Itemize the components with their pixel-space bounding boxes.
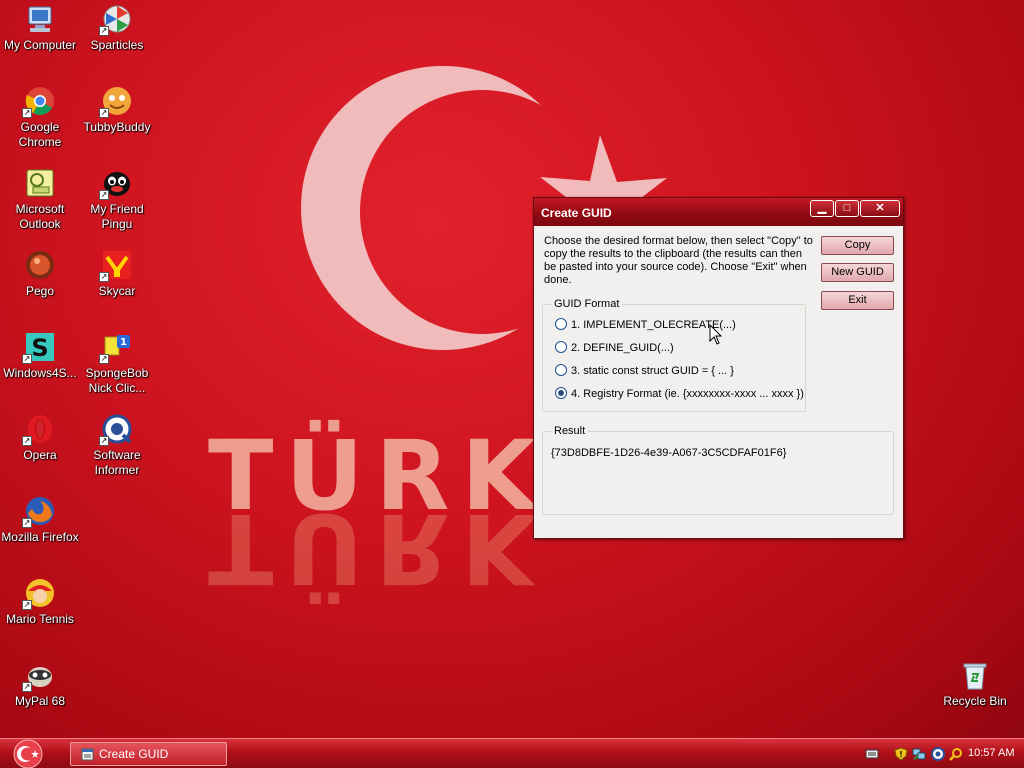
radio-button[interactable] (555, 318, 567, 330)
desktop-icon-label: Pego (25, 284, 55, 298)
desktop-icon-sparticles[interactable]: ↗ Sparticles (77, 3, 157, 53)
desktop-icon-skycar[interactable]: ↗ Skycar (77, 249, 157, 299)
format-option-label: 3. static const struct GUID = { ... } (571, 365, 734, 377)
taskbar-item-create-guid[interactable]: Create GUID (70, 742, 227, 766)
opera-icon: ↗ (22, 413, 56, 446)
software-informer-tray-icon[interactable] (931, 747, 945, 761)
tubbybuddy-icon: ↗ (99, 85, 133, 118)
format-option-registry-format[interactable]: 4. Registry Format (ie. {xxxxxxxx-xxxx .… (555, 387, 804, 400)
app-window-icon (81, 748, 94, 761)
dialog-titlebar[interactable]: Create GUID ▁ □ ✕ (534, 198, 903, 226)
security-shield-icon[interactable]: ! (894, 747, 908, 761)
desktop-icon-label: Skycar (98, 284, 136, 298)
desktop-icon-label: TubbyBuddy (83, 120, 151, 134)
desktop-icon-label: MyPal 68 (14, 694, 66, 708)
radio-button-selected[interactable] (555, 387, 567, 399)
desktop-icon-spongebob[interactable]: 1 ↗ SpongeBob Nick Clic... (77, 331, 157, 396)
format-option-label: 4. Registry Format (ie. {xxxxxxxx-xxxx .… (571, 388, 804, 400)
outlook-icon (24, 167, 56, 199)
system-tray: ! 10:57 AM (858, 742, 1024, 766)
desktop-icon-label: Microsoft Outlook (15, 202, 65, 231)
recycle-bin-icon (959, 659, 991, 691)
dialog-body: Choose the desired format below, then se… (535, 226, 902, 538)
desktop-icon-label: Google Chrome (18, 120, 62, 149)
desktop-icon-windows4s[interactable]: S ↗ Windows4S... (0, 331, 80, 381)
desktop-icon-mario-tennis[interactable]: ↗ Mario Tennis (0, 577, 80, 627)
pego-icon (24, 249, 56, 281)
desktop-icon-label: My Computer (3, 38, 77, 52)
sparticles-icon: ↗ (99, 3, 133, 36)
svg-text:1: 1 (120, 337, 127, 348)
desktop-icon-opera[interactable]: ↗ Opera (0, 413, 80, 463)
result-group-title: Result (551, 425, 589, 437)
copy-button[interactable]: Copy (821, 236, 894, 255)
desktop-icon-mozilla-firefox[interactable]: ↗ Mozilla Firefox (0, 495, 80, 545)
desktop-icon-label: Sparticles (90, 38, 144, 52)
radio-button[interactable] (555, 341, 567, 353)
wallpaper-title-reflection: TÜRK (208, 492, 548, 604)
intro-text: Choose the desired format below, then se… (544, 235, 813, 286)
desktop-icon-google-chrome[interactable]: ↗ Google Chrome (0, 85, 80, 150)
software-informer-icon: ↗ (99, 413, 133, 446)
guid-format-group: GUID Format 1. IMPLEMENT_OLECREATE(...) … (542, 298, 806, 412)
maximize-button[interactable]: □ (835, 200, 859, 217)
desktop-icon-label: Mario Tennis (6, 612, 74, 626)
computer-icon (24, 3, 56, 35)
format-option-label: 2. DEFINE_GUID(...) (571, 342, 674, 354)
exit-button[interactable]: Exit (821, 291, 894, 310)
guid-format-group-title: GUID Format (551, 298, 623, 310)
start-flag-icon (13, 739, 43, 768)
desktop-icon-label: Mozilla Firefox (1, 530, 79, 544)
radio-button[interactable] (555, 364, 567, 376)
clock[interactable]: 10:57 AM (968, 747, 1014, 759)
keyboard-icon[interactable] (865, 747, 879, 761)
desktop-icon-label: SpongeBob Nick Clic... (85, 366, 149, 395)
skycar-icon: ↗ (99, 249, 133, 282)
windows4s-icon: S ↗ (22, 331, 56, 364)
taskbar: Create GUID ! 10:57 AM (0, 738, 1024, 768)
desktop-icon-my-computer[interactable]: My Computer (0, 3, 80, 53)
mario-tennis-icon: ↗ (22, 577, 56, 610)
format-option-define-guid[interactable]: 2. DEFINE_GUID(...) (555, 341, 674, 354)
close-button[interactable]: ✕ (860, 200, 900, 217)
firefox-icon: ↗ (22, 495, 56, 528)
mypal-icon: ↗ (22, 659, 56, 692)
desktop-icon-mypal-68[interactable]: ↗ MyPal 68 (0, 659, 80, 709)
search-icon[interactable] (949, 747, 963, 761)
dialog-title: Create GUID (541, 206, 612, 220)
format-option-static-const-struct[interactable]: 3. static const struct GUID = { ... } (555, 364, 734, 377)
desktop-icon-recycle-bin[interactable]: Recycle Bin (935, 659, 1015, 709)
result-guid-text[interactable]: {73D8DBFE-1D26-4e39-A067-3C5CDFAF01F6} (551, 447, 786, 459)
desktop-icon-label: Windows4S... (3, 366, 77, 380)
desktop: TÜRK TÜRK My Computer ↗ Sparticles ↗ Goo… (0, 0, 1024, 738)
result-group: Result {73D8DBFE-1D26-4e39-A067-3C5CDFAF… (542, 425, 894, 515)
desktop-icon-label: Opera (23, 448, 57, 462)
desktop-icon-microsoft-outlook[interactable]: Microsoft Outlook (0, 167, 80, 232)
mouse-cursor-icon (709, 324, 723, 345)
taskbar-item-label: Create GUID (99, 747, 169, 761)
start-button[interactable] (6, 739, 50, 768)
desktop-icon-my-friend-pingu[interactable]: ↗ My Friend Pingu (77, 167, 157, 232)
desktop-icon-pego[interactable]: Pego (0, 249, 80, 299)
pingu-icon: ↗ (99, 167, 133, 200)
desktop-icon-label: Recycle Bin (943, 694, 1007, 708)
minimize-button[interactable]: ▁ (810, 200, 834, 217)
spongebob-icon: 1 ↗ (99, 331, 133, 364)
desktop-icon-label: Software Informer (93, 448, 141, 477)
network-icon[interactable] (912, 747, 926, 761)
new-guid-button[interactable]: New GUID (821, 263, 894, 282)
create-guid-dialog: Create GUID ▁ □ ✕ Choose the desired for… (533, 197, 904, 539)
desktop-icon-software-informer[interactable]: ↗ Software Informer (77, 413, 157, 478)
chrome-icon: ↗ (22, 85, 56, 118)
desktop-icon-label: My Friend Pingu (90, 202, 144, 231)
desktop-icon-tubbybuddy[interactable]: ↗ TubbyBuddy (77, 85, 157, 135)
svg-text:!: ! (899, 750, 903, 759)
svg-text:S: S (31, 334, 48, 362)
